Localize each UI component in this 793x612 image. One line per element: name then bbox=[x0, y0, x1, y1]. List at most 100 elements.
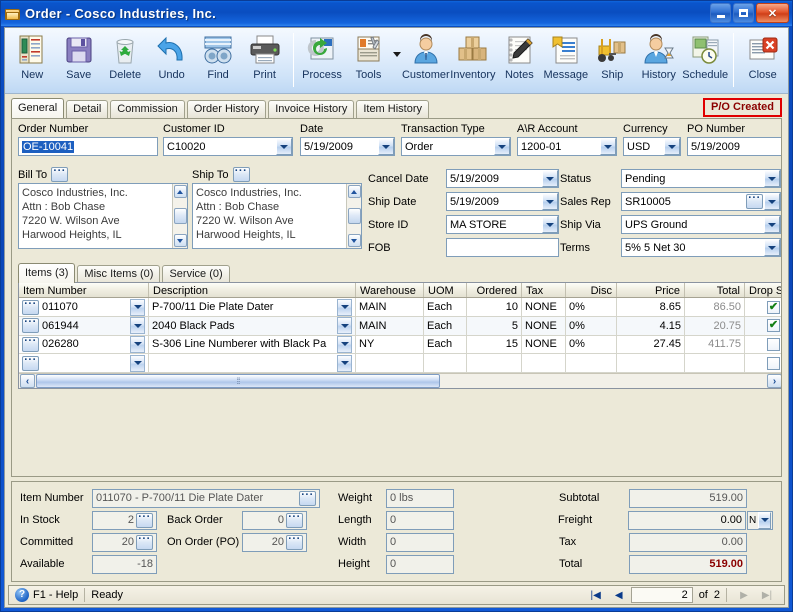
previous-record-button[interactable]: ◀ bbox=[608, 587, 630, 603]
order-number-input[interactable]: OE-10041 bbox=[18, 137, 158, 156]
col-ordered[interactable]: Ordered bbox=[467, 283, 522, 298]
maximize-button[interactable] bbox=[733, 3, 754, 23]
chevron-down-icon[interactable] bbox=[542, 216, 558, 233]
tab-items[interactable]: Items (3) bbox=[18, 263, 76, 283]
chevron-down-icon[interactable] bbox=[542, 170, 558, 187]
last-record-button[interactable]: ▶| bbox=[756, 587, 778, 603]
bill-to-ellipsis-button[interactable]: ··· bbox=[51, 166, 69, 182]
ship-to-ellipsis-button[interactable]: ··· bbox=[232, 166, 250, 182]
height-field[interactable]: 0 bbox=[386, 554, 454, 574]
drop-ship-checkbox[interactable]: ✔ bbox=[766, 300, 780, 314]
scroll-left-icon[interactable]: ‹ bbox=[20, 374, 35, 388]
ship-via-combo[interactable]: UPS Ground bbox=[621, 215, 781, 234]
chevron-down-icon[interactable] bbox=[764, 170, 780, 187]
close-button[interactable]: ✕ bbox=[756, 3, 789, 23]
record-number-input[interactable]: 2 bbox=[630, 587, 693, 603]
table-row[interactable]: ··· 026280 S-306 Line Numberer with Black… bbox=[19, 335, 781, 355]
toolbar-button-delete[interactable]: Delete bbox=[102, 31, 148, 91]
width-field[interactable]: 0 bbox=[386, 532, 454, 552]
drop-ship-checkbox[interactable] bbox=[766, 356, 780, 370]
status-combo[interactable]: Pending bbox=[621, 169, 781, 188]
col-item-number[interactable]: Item Number bbox=[19, 283, 149, 298]
scroll-up-icon[interactable] bbox=[347, 185, 361, 198]
first-record-button[interactable]: |◀ bbox=[585, 587, 607, 603]
toolbar-button-ship[interactable]: Ship bbox=[589, 31, 635, 91]
tab-commission[interactable]: Commission bbox=[110, 100, 185, 118]
toolbar-button-notes[interactable]: Notes bbox=[496, 31, 542, 91]
weight-field[interactable]: 0 lbs bbox=[386, 488, 454, 508]
cancel-date-combo[interactable]: 5/19/2009 bbox=[446, 169, 559, 188]
currency-combo[interactable]: USD bbox=[623, 137, 681, 156]
toolbar-button-print[interactable]: Print bbox=[241, 31, 287, 91]
table-row[interactable]: ··· 011070 P-700/11 Die Plate Dater MAIN … bbox=[19, 298, 781, 317]
scroll-down-icon[interactable] bbox=[347, 234, 361, 247]
toolbar-button-schedule[interactable]: Schedule bbox=[682, 31, 728, 91]
scroll-thumb[interactable] bbox=[347, 208, 361, 224]
scroll-thumb[interactable] bbox=[173, 208, 187, 224]
tab-service[interactable]: Service (0) bbox=[162, 265, 230, 283]
sales-rep-ellipsis-button[interactable]: ··· bbox=[746, 193, 763, 209]
in-stock-ellipsis-button[interactable]: ··· bbox=[136, 512, 153, 528]
tab-misc-items[interactable]: Misc Items (0) bbox=[77, 265, 161, 283]
chevron-down-icon[interactable] bbox=[600, 138, 616, 155]
chevron-down-icon[interactable] bbox=[337, 298, 352, 316]
toolbar-button-close[interactable]: Close bbox=[739, 31, 785, 91]
chevron-down-icon[interactable] bbox=[337, 317, 352, 335]
chevron-down-icon[interactable] bbox=[337, 335, 352, 353]
table-row[interactable]: ··· 061944 2040 Black Pads MAIN Each 5 NO… bbox=[19, 316, 781, 336]
tools-dropdown-arrow-icon[interactable] bbox=[392, 31, 402, 89]
toolbar-button-customer[interactable]: Customer bbox=[402, 31, 450, 91]
fob-input[interactable] bbox=[446, 238, 559, 257]
next-record-button[interactable]: ▶ bbox=[733, 587, 755, 603]
col-price[interactable]: Price bbox=[617, 283, 685, 298]
items-grid[interactable]: Item Number Description Warehouse UOM Or… bbox=[18, 282, 781, 389]
committed-field[interactable]: 20 ··· bbox=[92, 532, 157, 552]
chevron-down-icon[interactable] bbox=[130, 317, 145, 335]
store-id-combo[interactable]: MA STORE bbox=[446, 215, 559, 234]
toolbar-button-inventory[interactable]: Inventory bbox=[450, 31, 496, 91]
chevron-down-icon[interactable] bbox=[764, 216, 780, 233]
detail-item-ellipsis-button[interactable]: ··· bbox=[299, 490, 316, 506]
col-tax[interactable]: Tax bbox=[522, 283, 566, 298]
help-segment[interactable]: ? F1 - Help bbox=[9, 586, 84, 604]
chevron-down-icon[interactable] bbox=[494, 138, 510, 155]
tab-detail[interactable]: Detail bbox=[66, 100, 109, 118]
on-order-po-field[interactable]: 20 ··· bbox=[242, 532, 307, 552]
chevron-down-icon[interactable] bbox=[542, 193, 558, 210]
grid-horizontal-scrollbar[interactable]: ‹ ⁞⁞ › bbox=[19, 373, 781, 388]
bill-to-address-box[interactable]: Cosco Industries, Inc. Attn : Bob Chase … bbox=[18, 183, 188, 249]
tab-order-history[interactable]: Order History bbox=[186, 100, 267, 118]
scroll-thumb[interactable]: ⁞⁞ bbox=[36, 374, 440, 388]
ship-to-address-box[interactable]: Cosco Industries, Inc. Attn : Bob Chase … bbox=[192, 183, 362, 249]
table-row[interactable]: ··· bbox=[19, 354, 781, 373]
po-number-input[interactable]: 5/19/2009 bbox=[687, 137, 781, 156]
drop-ship-checkbox[interactable]: ✔ bbox=[766, 319, 780, 333]
toolbar-button-find[interactable]: Find bbox=[195, 31, 241, 91]
col-warehouse[interactable]: Warehouse bbox=[356, 283, 424, 298]
col-total[interactable]: Total bbox=[685, 283, 745, 298]
chevron-down-icon[interactable] bbox=[764, 193, 780, 210]
ship-to-scrollbar[interactable] bbox=[346, 184, 361, 248]
terms-combo[interactable]: 5% 5 Net 30 bbox=[621, 238, 781, 257]
toolbar-button-undo[interactable]: Undo bbox=[148, 31, 194, 91]
chevron-down-icon[interactable] bbox=[764, 239, 780, 256]
scroll-up-icon[interactable] bbox=[173, 185, 187, 198]
customer-id-combo[interactable]: C10020 bbox=[163, 137, 293, 156]
tab-item-history[interactable]: Item History bbox=[356, 100, 430, 118]
row-ellipsis-button[interactable]: ··· bbox=[22, 298, 39, 315]
toolbar-button-new[interactable]: New bbox=[9, 31, 55, 91]
minimize-button[interactable] bbox=[710, 3, 731, 23]
on-order-po-ellipsis-button[interactable]: ··· bbox=[286, 534, 303, 550]
col-disc[interactable]: Disc bbox=[566, 283, 617, 298]
ship-date-combo[interactable]: 5/19/2009 bbox=[446, 192, 559, 211]
freight-field[interactable]: 0.00 bbox=[628, 510, 746, 530]
date-combo[interactable]: 5/19/2009 bbox=[300, 137, 395, 156]
detail-item-number-field[interactable]: 011070 - P-700/11 Die Plate Dater ··· bbox=[92, 488, 320, 508]
scroll-down-icon[interactable] bbox=[173, 234, 187, 247]
row-ellipsis-button[interactable]: ··· bbox=[22, 317, 39, 334]
chevron-down-icon[interactable] bbox=[130, 354, 145, 372]
length-field[interactable]: 0 bbox=[386, 510, 454, 530]
toolbar-button-history[interactable]: History bbox=[636, 31, 682, 91]
back-order-field[interactable]: 0 ··· bbox=[242, 510, 307, 530]
col-uom[interactable]: UOM bbox=[424, 283, 467, 298]
